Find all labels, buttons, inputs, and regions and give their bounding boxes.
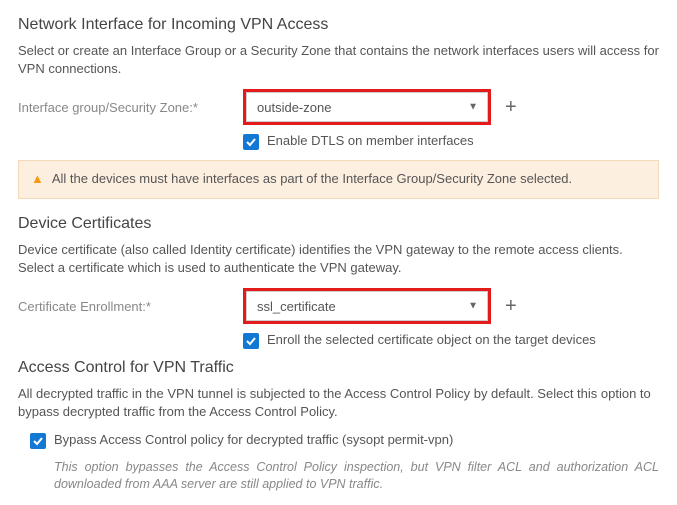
check-icon [32, 435, 44, 447]
security-zone-select[interactable]: outside-zone [246, 92, 488, 122]
warning-icon: ▲ [31, 171, 44, 188]
enable-dtls-row: Enable DTLS on member interfaces [243, 133, 659, 150]
security-zone-label: Interface group/Security Zone:* [18, 100, 243, 115]
add-security-zone-button[interactable]: + [505, 97, 517, 117]
network-interface-desc: Select or create an Interface Group or a… [18, 42, 659, 77]
cert-enrollment-select[interactable]: ssl_certificate [246, 291, 488, 321]
bypass-acp-note: This option bypasses the Access Control … [54, 459, 659, 493]
enroll-cert-label: Enroll the selected certificate object o… [267, 332, 596, 347]
security-zone-field-row: Interface group/Security Zone:* outside-… [18, 89, 659, 125]
enroll-cert-row: Enroll the selected certificate object o… [243, 332, 659, 349]
cert-enrollment-field-row: Certificate Enrollment:* ssl_certificate… [18, 288, 659, 324]
network-interface-heading: Network Interface for Incoming VPN Acces… [18, 16, 659, 34]
bypass-acp-label: Bypass Access Control policy for decrypt… [54, 432, 453, 447]
cert-enrollment-label: Certificate Enrollment:* [18, 299, 243, 314]
access-control-desc: All decrypted traffic in the VPN tunnel … [18, 385, 659, 420]
interface-alert: ▲ All the devices must have interfaces a… [18, 160, 659, 199]
check-icon [245, 136, 257, 148]
check-icon [245, 335, 257, 347]
device-certs-heading: Device Certificates [18, 215, 659, 233]
bypass-acp-row: Bypass Access Control policy for decrypt… [30, 432, 659, 449]
access-control-heading: Access Control for VPN Traffic [18, 359, 659, 377]
cert-enrollment-select-wrap: ssl_certificate ▼ [243, 288, 491, 324]
interface-alert-text: All the devices must have interfaces as … [52, 171, 572, 186]
bypass-acp-checkbox[interactable] [30, 433, 46, 449]
device-certs-desc: Device certificate (also called Identity… [18, 241, 659, 276]
add-certificate-button[interactable]: + [505, 296, 517, 316]
enroll-cert-checkbox[interactable] [243, 333, 259, 349]
enable-dtls-label: Enable DTLS on member interfaces [267, 133, 474, 148]
security-zone-select-wrap: outside-zone ▼ [243, 89, 491, 125]
enable-dtls-checkbox[interactable] [243, 134, 259, 150]
